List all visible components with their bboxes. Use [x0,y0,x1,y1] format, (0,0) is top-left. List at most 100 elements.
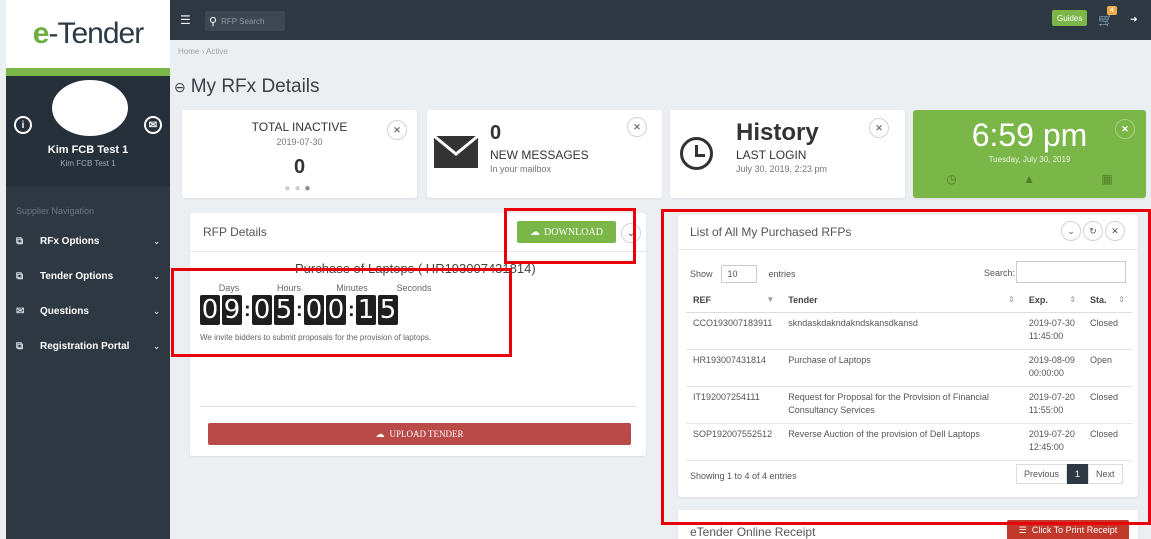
sort-icon: ⇕ [1118,294,1125,304]
cell-exp: 2019-07-20 12:45:00 [1021,423,1084,461]
accent-strip [6,68,170,76]
carousel-dots[interactable]: ●●● [182,183,417,194]
sidebar-item-label: Questions [40,306,89,317]
pagination: Previous 1 Next [1016,464,1123,484]
previous-page-button[interactable]: Previous [1016,464,1068,484]
column-header-ref[interactable]: REF ▼ [686,288,782,313]
sidebar-item-label: Tender Options [40,271,114,282]
cell-ref: IT192007254111 [686,386,782,424]
bell-icon[interactable]: ▲ [1023,172,1035,186]
cell-ref: HR193007431814 [686,349,782,387]
purchased-rfps-card: List of All My Purchased RFPs ⌄ ↻ ✕ Show… [678,215,1138,497]
cell-exp: 2019-07-30 11:45:00 [1021,312,1084,350]
sidebar-item-rfx-options[interactable]: ⧉ RFx Options ⌄ [6,224,170,259]
close-icon[interactable]: ✕ [1105,221,1125,241]
countdown-digit: 5 [274,295,294,325]
sidebar-item-tender-options[interactable]: ⧉ Tender Options ⌄ [6,259,170,294]
nav-heading: Supplier Navigation [16,206,95,216]
back-icon[interactable]: ⊖ [174,79,186,95]
countdown-separator: : [348,298,355,321]
cell-ref: SOP192007552512 [686,423,782,461]
hours-label: Hours [276,283,301,293]
logo-text: -Tender [48,17,144,50]
cart-count-badge: 4 [1107,6,1117,15]
rfp-description: We invite bidders to submit proposals fo… [200,333,432,342]
sidebar-item-registration-portal[interactable]: ⧉ Registration Portal ⌄ [6,329,170,364]
breadcrumb: Home › Active [178,47,228,56]
topbar: ☰ ⚲ RFP Search Guides 🛒 4 ➜ [170,0,1151,40]
column-header-tender[interactable]: Tender ⇕ [781,288,1022,313]
info-icon[interactable]: i [14,116,32,134]
countdown-digit: 0 [304,295,324,325]
sidebar-item-questions[interactable]: ✉ Questions ⌄ [6,294,170,329]
search-icon: ⚲ [209,15,218,28]
download-button[interactable]: ☁ DOWNLOAD [517,221,616,243]
stat-label: LAST LOGIN [736,148,807,162]
upload-label: UPLOAD TENDER [389,429,464,439]
logo[interactable]: e-Tender [6,0,170,68]
history-card: History LAST LOGIN July 30, 2019, 2:23 p… [670,110,905,198]
table-row[interactable]: HR193007431814 Purchase of Laptops 2019-… [686,349,1132,387]
column-label: REF [693,294,711,305]
entries-label: entries [768,269,796,279]
collapse-icon[interactable]: ⌄ [621,223,641,243]
rfp-table: REF ▼ Tender ⇕ Exp. ⇕ Sta. ⇕ CCO193007183911… [686,288,1132,461]
entries-select[interactable]: 10 [720,265,757,283]
close-icon[interactable]: ✕ [1115,119,1135,139]
collapse-icon[interactable]: ⌄ [1061,221,1081,241]
table-search-input[interactable] [1016,261,1126,283]
stat-title: TOTAL INACTIVE [251,120,348,134]
search-label: Search: [984,268,1016,278]
calendar-icon[interactable]: ▦ [1101,172,1112,186]
chevron-down-icon: ⌄ [153,272,160,281]
table-row[interactable]: IT192007254111 Request for Proposal for … [686,386,1132,424]
copy-icon: ⧉ [16,236,24,247]
table-info: Showing 1 to 4 of 4 entries [690,471,797,481]
countdown-digit: 1 [356,295,376,325]
sort-icon: ▼ [766,294,775,304]
upload-tender-button[interactable]: ☁ UPLOAD TENDER [208,423,631,445]
column-header-exp[interactable]: Exp. ⇕ [1021,288,1084,313]
envelope-icon [433,134,479,168]
profile-name: Kim FCB Test 1 [47,144,129,156]
guides-button[interactable]: Guides [1052,10,1088,26]
column-header-status[interactable]: Sta. ⇕ [1083,288,1132,313]
stat-date: 2019-07-30 [276,137,323,147]
countdown-digit: 0 [252,295,272,325]
logout-icon[interactable]: ➜ [1130,14,1138,25]
page-title-text: My RFx Details [190,76,320,97]
mail-icon[interactable]: ✉ [144,116,162,134]
print-receipt-button[interactable]: ☰ Click To Print Receipt [1007,520,1129,539]
clock-icon[interactable]: ◷ [946,172,956,186]
close-icon[interactable]: ✕ [627,117,647,137]
days-label: Days [218,283,240,293]
divider [678,249,1138,250]
cart-icon[interactable]: 🛒 [1098,13,1113,27]
countdown-separator: : [296,298,303,321]
refresh-icon[interactable]: ↻ [1083,221,1103,241]
countdown-digit: 5 [378,295,398,325]
close-icon[interactable]: ✕ [387,120,407,140]
cell-status: Open [1083,349,1132,387]
sidebar-item-label: RFx Options [40,236,100,247]
avatar [52,80,128,136]
column-label: Exp. [1028,294,1048,305]
table-row[interactable]: CCO193007183911 skndaskdakndakndskansdka… [686,312,1132,350]
current-date: Tuesday, July 30, 2019 [988,155,1071,164]
page-1-button[interactable]: 1 [1067,464,1089,484]
sort-icon: ⇕ [1069,294,1077,304]
countdown-labels: Days Hours Minutes Seconds [200,283,470,293]
search-input[interactable]: ⚲ RFP Search [205,11,285,31]
close-icon[interactable]: ✕ [869,118,889,138]
search-placeholder: RFP Search [221,16,265,26]
cell-ref: CCO193007183911 [686,312,782,350]
download-label: DOWNLOAD [544,226,603,238]
next-page-button[interactable]: Next [1088,464,1123,484]
table-row[interactable]: SOP192007552512 Reverse Auction of the p… [686,423,1132,461]
cloud-upload-icon: ☁ [375,428,385,439]
current-time: 6:59 pm [971,117,1088,153]
cell-exp: 2019-07-20 11:55:00 [1021,386,1084,424]
profile-subtitle: Kim FCB Test 1 [60,159,116,168]
show-label: Show [690,269,713,279]
menu-icon[interactable]: ☰ [180,13,191,27]
